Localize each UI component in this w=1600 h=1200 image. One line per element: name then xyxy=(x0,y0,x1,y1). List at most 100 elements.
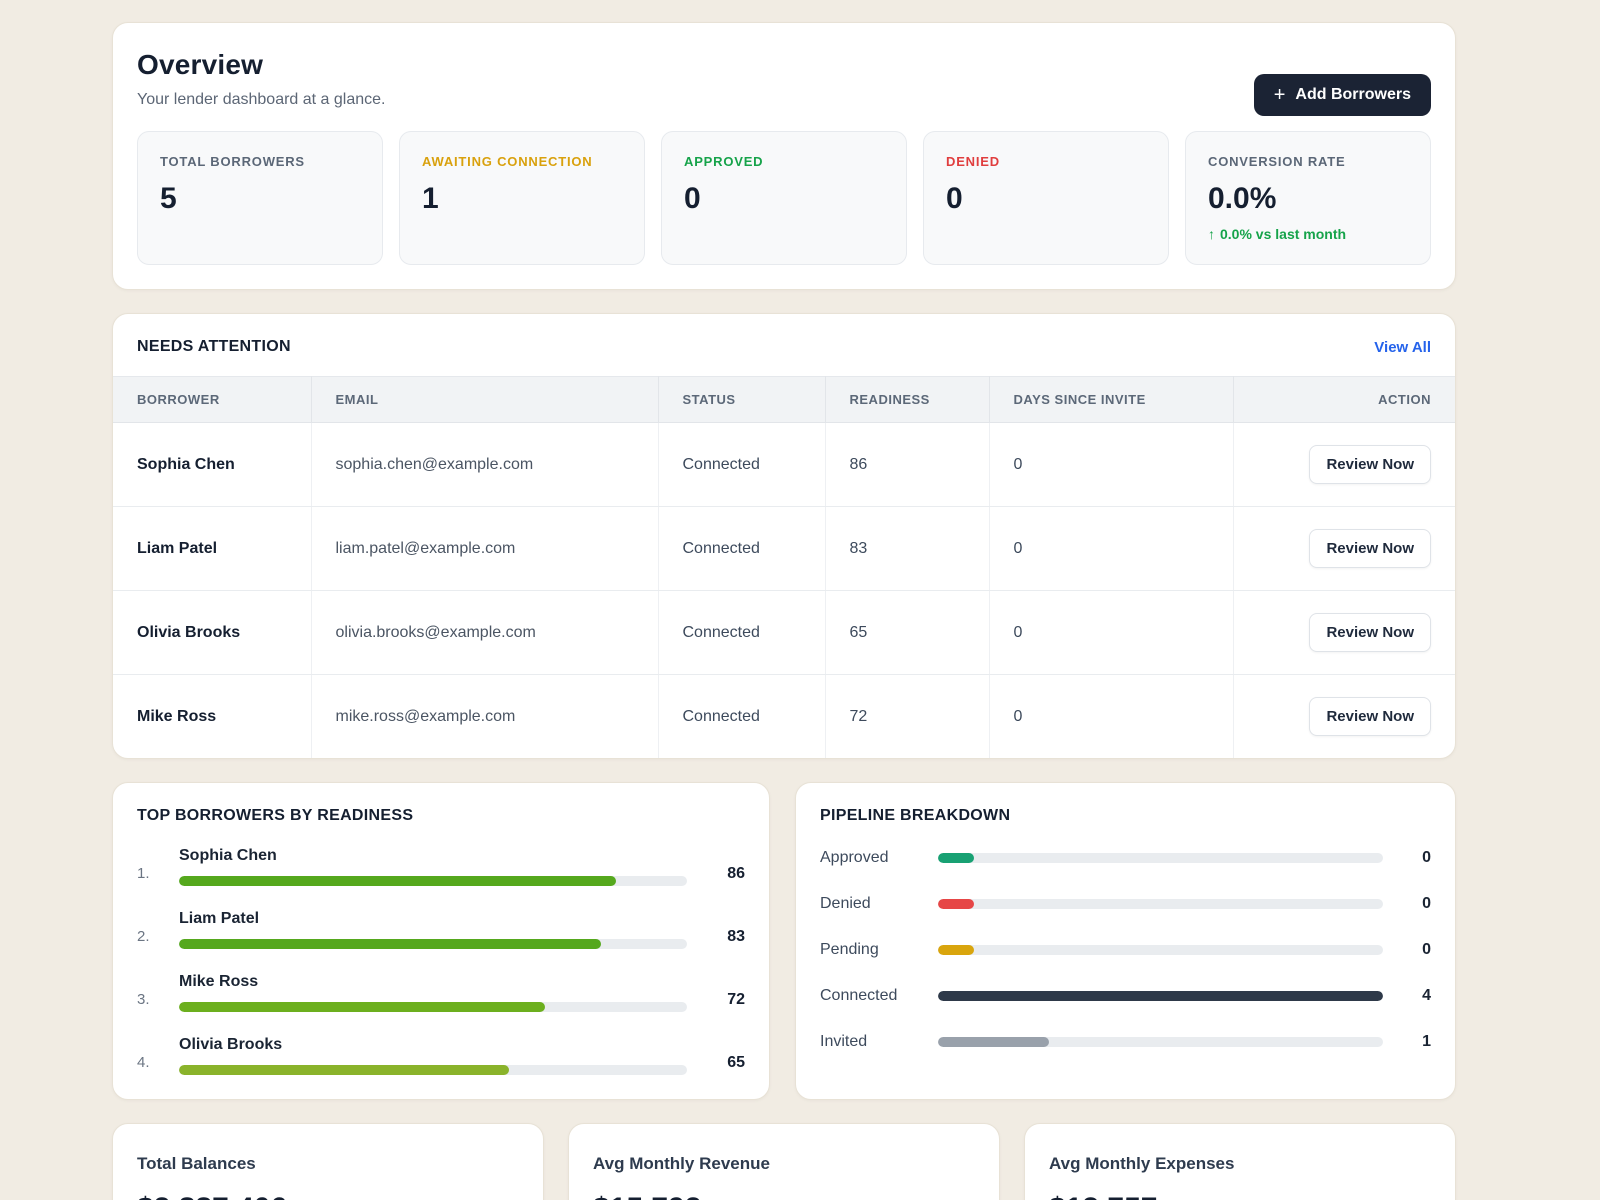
table-row: Mike Ross mike.ross@example.com Connecte… xyxy=(113,675,1455,759)
borrower-readiness: 86 xyxy=(825,423,989,507)
readiness-bar-track xyxy=(179,1065,687,1075)
list-item: 3. Mike Ross 72 xyxy=(137,973,745,1012)
borrower-name: Olivia Brooks xyxy=(179,1036,687,1054)
rank-label: 2. xyxy=(137,914,179,945)
review-now-button[interactable]: Review Now xyxy=(1309,529,1431,568)
borrower-days-since-invite: 0 xyxy=(989,675,1233,759)
summary-cards-row: Total Balances $2,887,406 Avg Monthly Re… xyxy=(112,1123,1456,1200)
borrower-email: olivia.brooks@example.com xyxy=(311,591,658,675)
top-borrowers-list: 1. Sophia Chen 86 2. Liam Patel xyxy=(137,847,745,1075)
pipeline-value: 0 xyxy=(1383,849,1431,867)
avg-monthly-expenses-card: Avg Monthly Expenses $13,757 xyxy=(1024,1123,1456,1200)
summary-card-label: Avg Monthly Expenses xyxy=(1049,1154,1431,1174)
stat-card-approved: APPROVED 0 xyxy=(661,131,907,265)
borrower-name: Liam Patel xyxy=(113,507,311,591)
pipeline-bar-track xyxy=(938,1037,1383,1047)
pipeline-row-connected: Connected 4 xyxy=(820,987,1431,1005)
list-item: 2. Liam Patel 83 xyxy=(137,910,745,949)
top-borrowers-title: TOP BORROWERS BY READINESS xyxy=(137,807,745,825)
trend-up-arrow-icon: ↑ xyxy=(1208,226,1215,242)
stat-value: 0 xyxy=(946,182,1146,216)
pipeline-label: Denied xyxy=(820,895,938,913)
borrower-status: Connected xyxy=(658,591,825,675)
add-borrowers-button[interactable]: + Add Borrowers xyxy=(1254,74,1431,116)
borrower-days-since-invite: 0 xyxy=(989,507,1233,591)
stat-card-conversion-rate: CONVERSION RATE 0.0% ↑ 0.0% vs last mont… xyxy=(1185,131,1431,265)
summary-card-value: $2,887,406 xyxy=(137,1192,519,1200)
stat-value: 5 xyxy=(160,182,360,216)
trend-text: 0.0% vs last month xyxy=(1220,226,1346,242)
summary-card-value: $13,757 xyxy=(1049,1192,1431,1200)
stat-label: TOTAL BORROWERS xyxy=(160,154,360,169)
stat-value: 0 xyxy=(684,182,884,216)
avg-monthly-revenue-card: Avg Monthly Revenue $15,792 xyxy=(568,1123,1000,1200)
rank-label: 1. xyxy=(137,851,179,882)
top-borrowers-panel: TOP BORROWERS BY READINESS 1. Sophia Che… xyxy=(112,782,770,1100)
dashboard-page: Overview Your lender dashboard at a glan… xyxy=(112,0,1456,1200)
readiness-bar-track xyxy=(179,939,687,949)
page-title: Overview xyxy=(137,49,1431,81)
readiness-bar-fill xyxy=(179,876,616,886)
stat-card-total-borrowers: TOTAL BORROWERS 5 xyxy=(137,131,383,265)
pipeline-label: Approved xyxy=(820,849,938,867)
readiness-bar-fill xyxy=(179,939,601,949)
pipeline-bar-track xyxy=(938,991,1383,1001)
list-item: 1. Sophia Chen 86 xyxy=(137,847,745,886)
pipeline-value: 0 xyxy=(1383,941,1431,959)
stat-card-awaiting-connection: AWAITING CONNECTION 1 xyxy=(399,131,645,265)
column-header-email: EMAIL xyxy=(311,377,658,423)
readiness-bar-fill xyxy=(179,1002,545,1012)
stat-card-denied: DENIED 0 xyxy=(923,131,1169,265)
pipeline-bar-fill xyxy=(938,899,974,909)
borrower-status: Connected xyxy=(658,507,825,591)
readiness-score: 72 xyxy=(687,977,745,1009)
borrower-status: Connected xyxy=(658,423,825,507)
table-row: Sophia Chen sophia.chen@example.com Conn… xyxy=(113,423,1455,507)
stat-label: AWAITING CONNECTION xyxy=(422,154,622,169)
summary-card-label: Avg Monthly Revenue xyxy=(593,1154,975,1174)
page-subtitle: Your lender dashboard at a glance. xyxy=(137,91,1431,109)
borrower-readiness: 72 xyxy=(825,675,989,759)
pipeline-value: 4 xyxy=(1383,987,1431,1005)
view-all-link[interactable]: View All xyxy=(1374,339,1431,356)
column-header-readiness: READINESS xyxy=(825,377,989,423)
pipeline-breakdown-title: PIPELINE BREAKDOWN xyxy=(820,807,1431,825)
plus-icon: + xyxy=(1274,85,1286,105)
rank-label: 4. xyxy=(137,1040,179,1071)
pipeline-row-approved: Approved 0 xyxy=(820,849,1431,867)
table-row: Liam Patel liam.patel@example.com Connec… xyxy=(113,507,1455,591)
pipeline-bar-fill xyxy=(938,1037,1049,1047)
needs-attention-title: NEEDS ATTENTION xyxy=(137,338,291,356)
pipeline-row-pending: Pending 0 xyxy=(820,941,1431,959)
stat-label: DENIED xyxy=(946,154,1146,169)
pipeline-bar-track xyxy=(938,899,1383,909)
pipeline-row-invited: Invited 1 xyxy=(820,1033,1431,1051)
pipeline-label: Invited xyxy=(820,1033,938,1051)
pipeline-bar-track xyxy=(938,945,1383,955)
borrower-email: mike.ross@example.com xyxy=(311,675,658,759)
readiness-bar-track xyxy=(179,876,687,886)
borrower-status: Connected xyxy=(658,675,825,759)
pipeline-breakdown-panel: PIPELINE BREAKDOWN Approved 0 Denied 0 xyxy=(795,782,1456,1100)
readiness-score: 86 xyxy=(687,851,745,883)
borrower-readiness: 83 xyxy=(825,507,989,591)
review-now-button[interactable]: Review Now xyxy=(1309,697,1431,736)
pipeline-bar-fill xyxy=(938,853,974,863)
pipeline-value: 0 xyxy=(1383,895,1431,913)
stat-trend: ↑ 0.0% vs last month xyxy=(1208,226,1408,242)
borrower-readiness: 65 xyxy=(825,591,989,675)
stat-value: 1 xyxy=(422,182,622,216)
charts-row: TOP BORROWERS BY READINESS 1. Sophia Che… xyxy=(112,782,1456,1100)
summary-card-value: $15,792 xyxy=(593,1192,975,1200)
borrower-email: sophia.chen@example.com xyxy=(311,423,658,507)
review-now-button[interactable]: Review Now xyxy=(1309,613,1431,652)
table-header-row: BORROWER EMAIL STATUS READINESS DAYS SIN… xyxy=(113,377,1455,423)
column-header-days: DAYS SINCE INVITE xyxy=(989,377,1233,423)
total-balances-card: Total Balances $2,887,406 xyxy=(112,1123,544,1200)
pipeline-bar-track xyxy=(938,853,1383,863)
stat-label: CONVERSION RATE xyxy=(1208,154,1408,169)
review-now-button[interactable]: Review Now xyxy=(1309,445,1431,484)
readiness-score: 65 xyxy=(687,1040,745,1072)
add-borrowers-label: Add Borrowers xyxy=(1295,86,1411,104)
needs-attention-panel: NEEDS ATTENTION View All BORROWER EMAIL … xyxy=(112,313,1456,759)
